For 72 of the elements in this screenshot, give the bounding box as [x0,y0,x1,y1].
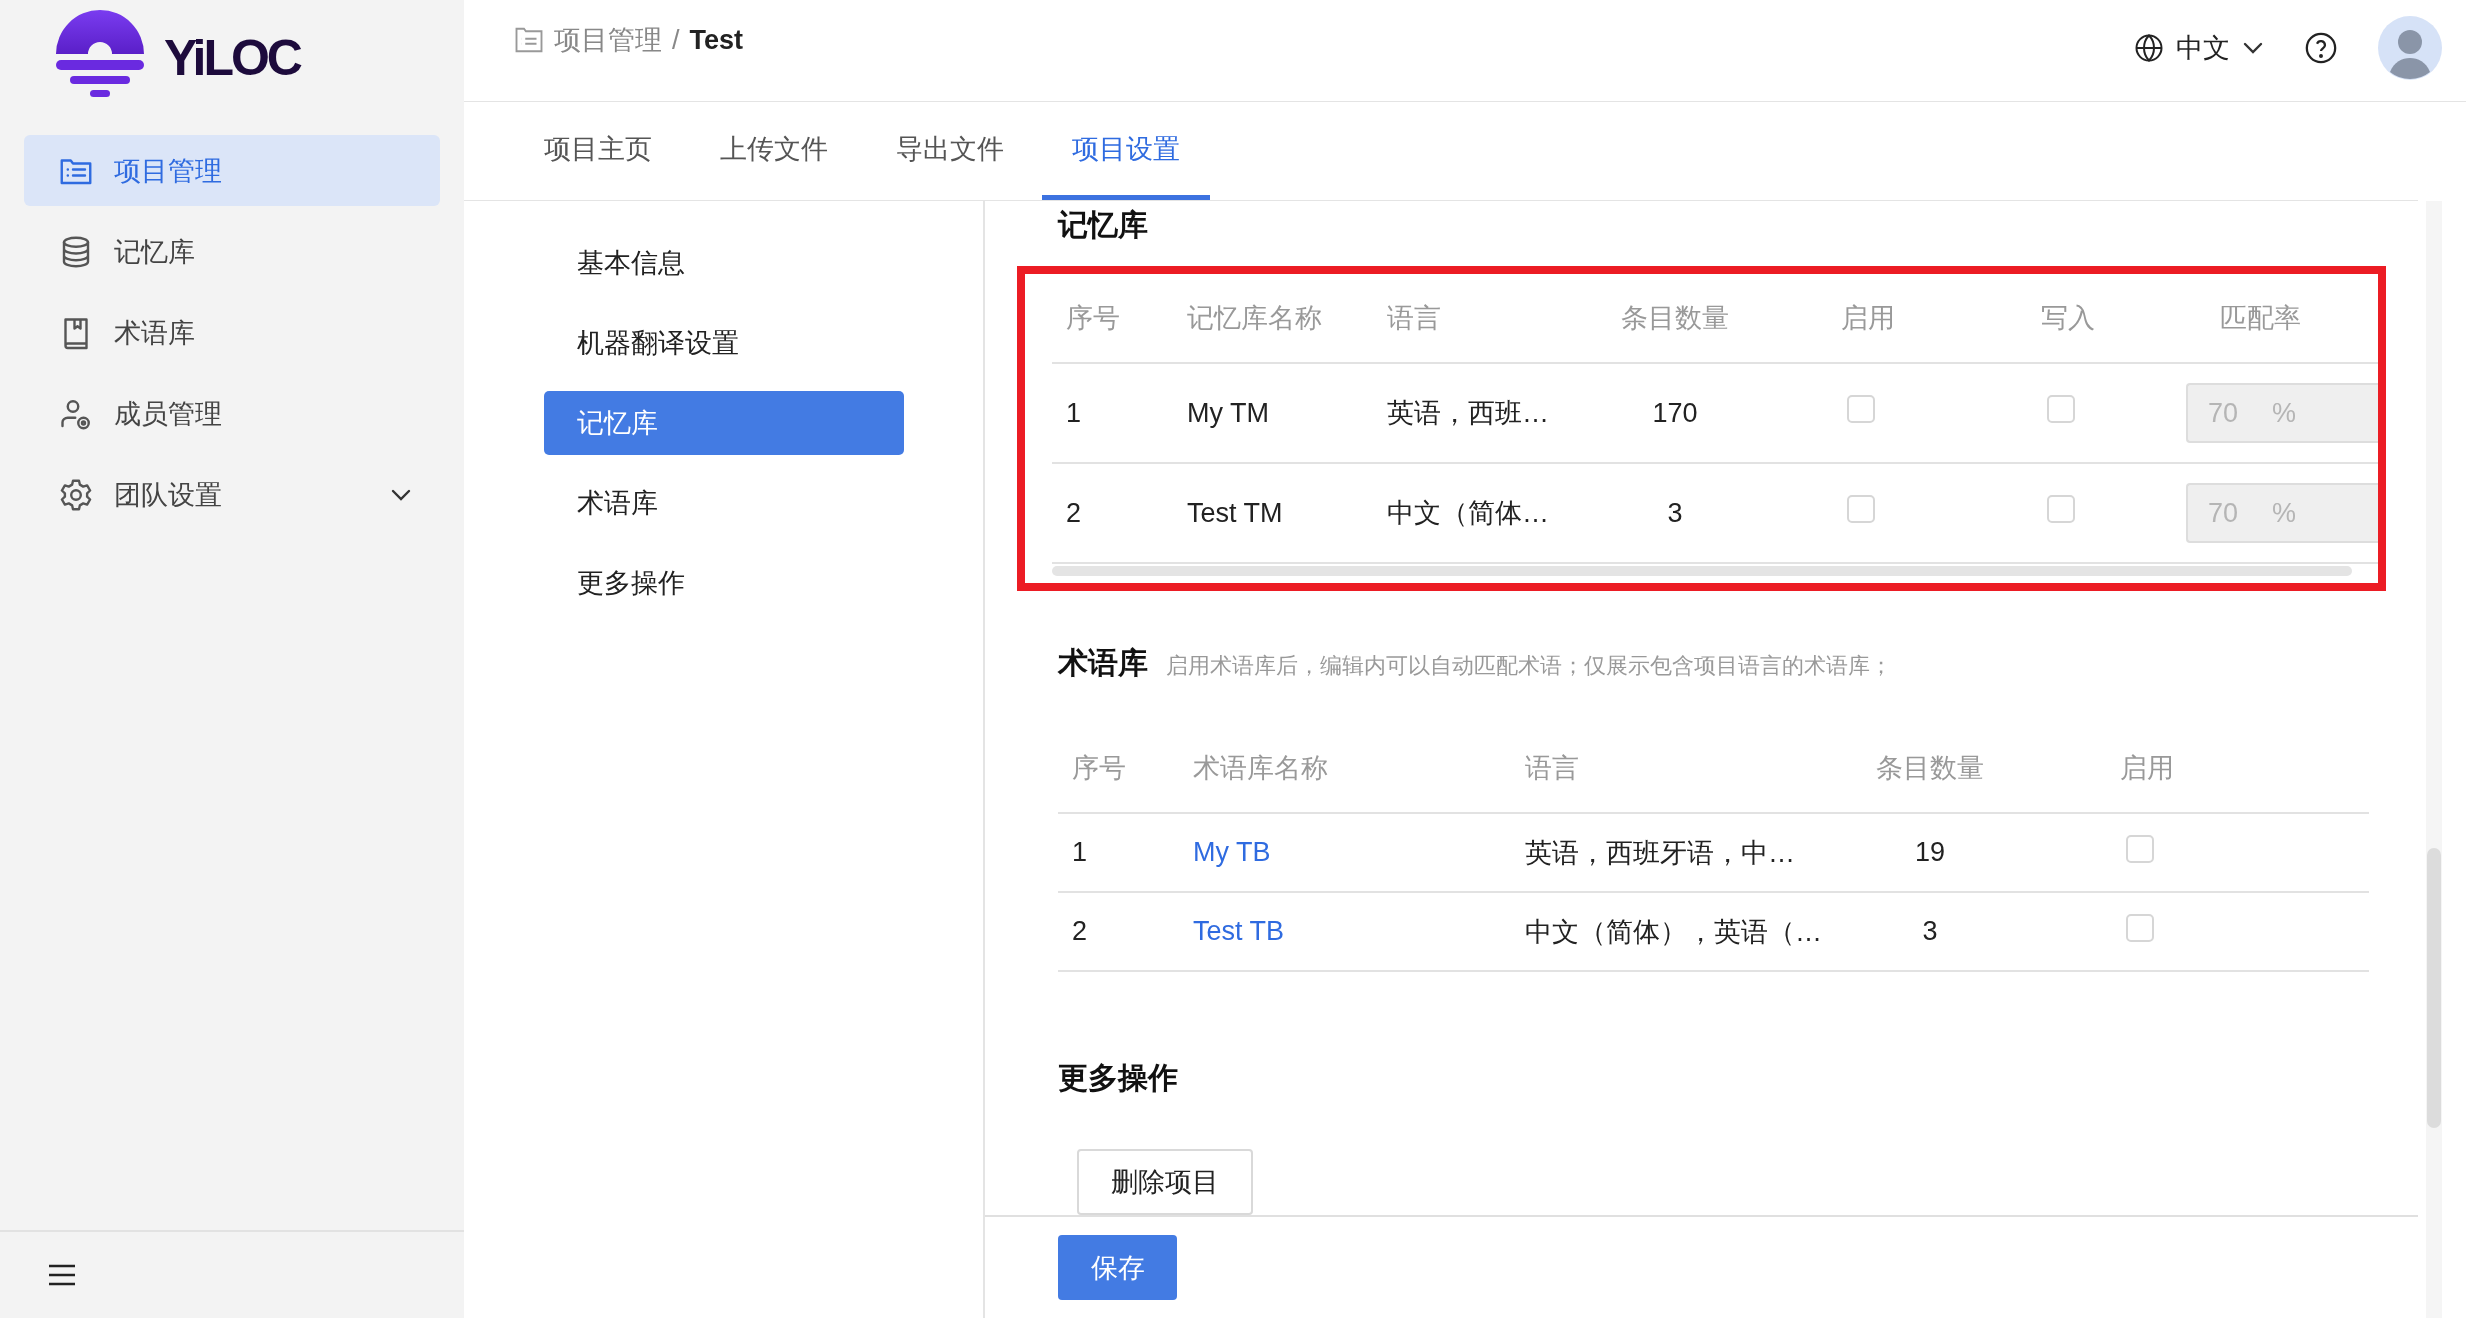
table-cell-text: 中文（简体），英语（… [1524,915,1822,949]
column-header: 术语库名称 [1192,752,1328,785]
column-header: 语言 [1524,752,1579,785]
column-header: 记忆库名称 [1186,302,1322,335]
scrollbar[interactable] [2426,201,2442,1318]
checkbox[interactable] [2126,913,2154,942]
section-title: 更多操作 [1058,1060,1179,1096]
sidebar-item-label: 团队设置 [114,478,223,512]
tab[interactable]: 项目设置 [1042,102,1210,200]
column-header: 启用 [1840,302,1895,335]
section-title: 术语库 [1058,645,1148,681]
column-header: 条目数量 [1620,302,1729,335]
sidebar-item-label: 记忆库 [114,235,196,269]
table-cell-text: 中文（简体… [1386,497,1549,530]
tab[interactable]: 项目主页 [514,102,682,200]
column-header: 匹配率 [2218,302,2301,335]
tab[interactable]: 上传文件 [690,102,858,200]
settings-nav-item[interactable]: 基本信息 [544,231,904,295]
column-header: 启用 [2119,752,2174,785]
sidebar-item[interactable]: 术语库 [24,297,440,368]
tab[interactable]: 导出文件 [866,102,1034,200]
glossary-link[interactable]: Test TB [1179,916,1285,947]
table-cell-text: 3 [1666,497,1683,529]
table-cell-text: 英语，西班… [1386,397,1549,430]
column-header: 序号 [1071,752,1126,785]
sidebar-item-label: 成员管理 [114,397,223,431]
checkbox[interactable] [2126,834,2154,863]
table-cell-text: 1 [1071,837,1088,868]
language-selector[interactable]: 中文 [2134,30,2264,66]
avatar[interactable] [2378,16,2442,80]
table-cell-text: 2 [1071,916,1088,947]
checkbox[interactable] [2047,395,2075,423]
menu-icon[interactable] [48,1264,76,1286]
column-header: 写入 [2040,302,2095,335]
table-cell-text: 3 [1921,916,1938,947]
sidebar-item-label: 术语库 [114,316,196,350]
sidebar-item[interactable]: 记忆库 [24,216,440,287]
breadcrumb-link[interactable]: 项目管理 [554,22,662,58]
folder-list-icon [514,26,544,54]
globe-icon [2134,33,2164,63]
settings-nav-item[interactable]: 更多操作 [544,551,904,615]
checkbox[interactable] [1847,395,1875,423]
breadcrumb-separator: / [672,24,680,56]
column-header: 序号 [1065,302,1120,335]
help-icon[interactable] [2304,31,2338,65]
section-title: 记忆库 [1058,207,1149,243]
table-cell-text: 1 [1065,397,1082,429]
table-cell-text: Test TM [1186,497,1283,529]
sidebar-item[interactable]: 成员管理 [24,378,440,449]
table-cell-text: 170 [1651,397,1698,429]
table-cell-text: My TM [1186,397,1269,429]
logo-text: YiLOC [164,29,300,87]
glossary-link[interactable]: My TB [1179,837,1271,868]
settings-nav-item[interactable]: 机器翻译设置 [544,311,904,375]
checkbox[interactable] [1847,495,1875,523]
chevron-down-icon [2242,41,2264,55]
table-cell-text: 19 [1913,837,1945,868]
sidebar-item-label: 项目管理 [114,154,223,188]
table-cell-text: 2 [1065,497,1082,529]
delete-project-button[interactable]: 删除项目 [1077,1149,1253,1215]
sidebar-item[interactable]: 团队设置 [24,459,440,530]
settings-nav-item[interactable]: 记忆库 [544,391,904,455]
save-button[interactable]: 保存 [1058,1235,1177,1300]
section-hint: 启用术语库后，编辑内可以自动匹配术语；仅展示包含项目语言的术语库； [1166,652,1892,680]
breadcrumb-current: Test [689,24,744,56]
column-header: 语言 [1386,302,1441,335]
column-header: 条目数量 [1875,752,1984,785]
settings-nav-item[interactable]: 术语库 [544,471,904,535]
table-cell-text: 英语，西班牙语，中… [1524,836,1795,870]
scrollbar[interactable] [1052,566,2352,576]
checkbox[interactable] [2047,495,2075,523]
sidebar-item[interactable]: 项目管理 [24,135,440,206]
